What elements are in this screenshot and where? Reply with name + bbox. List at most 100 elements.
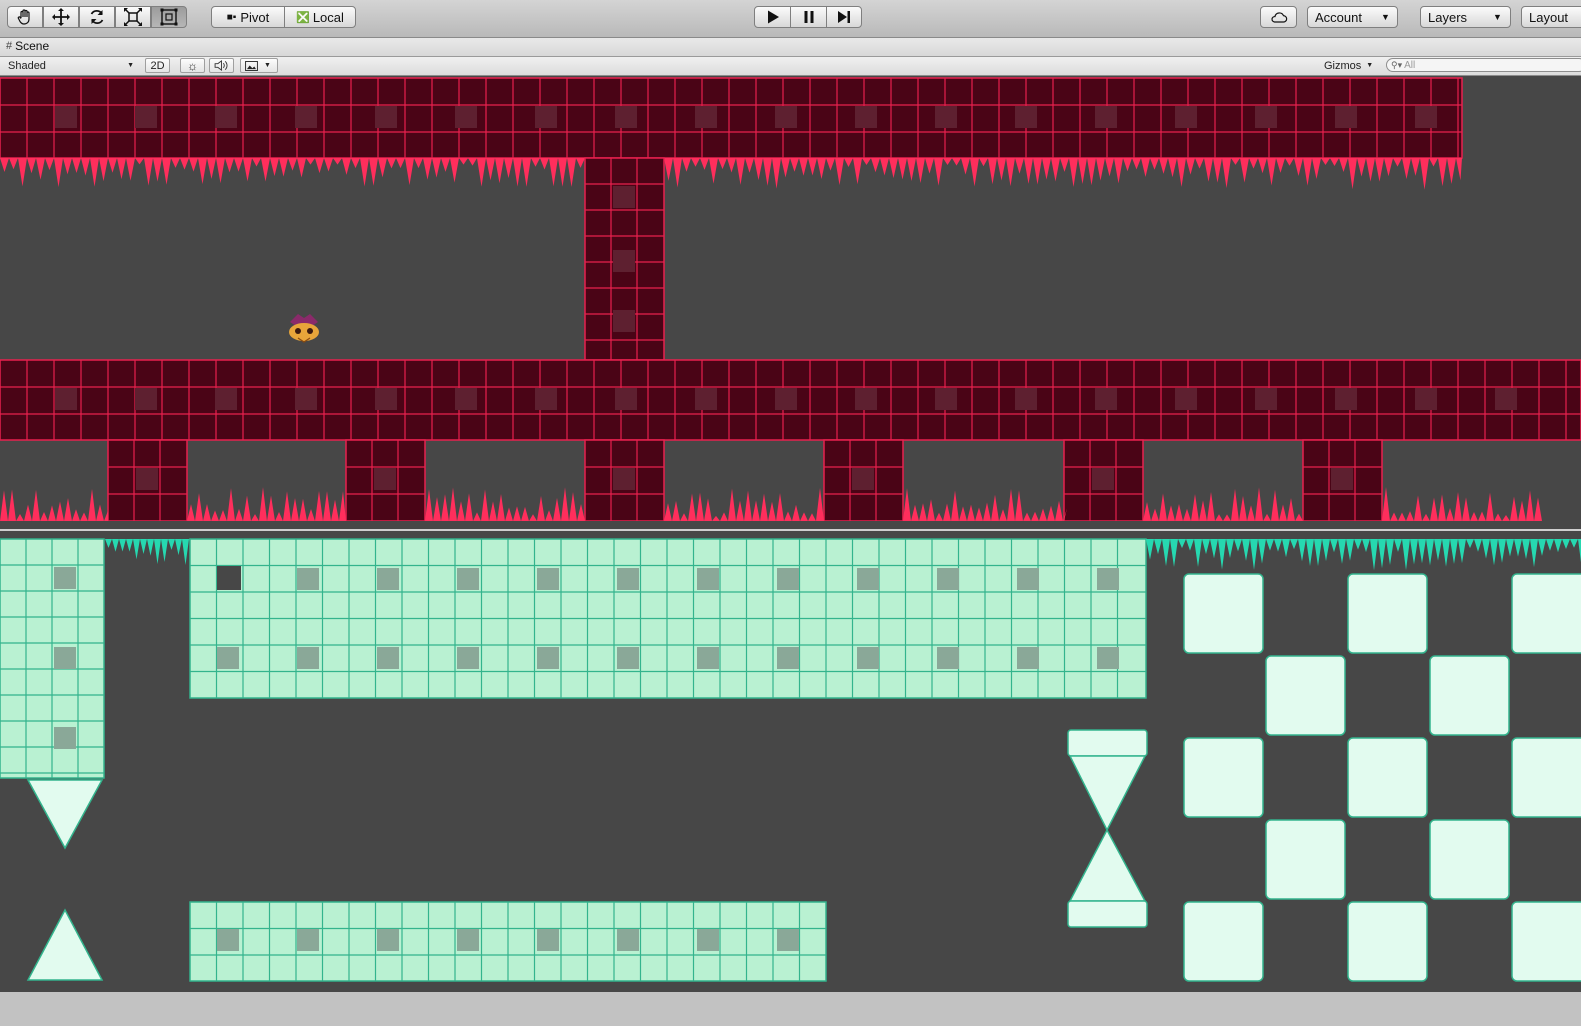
draw-mode-label: Shaded [8, 59, 46, 72]
rect-tool-button[interactable] [151, 6, 187, 28]
red-band-dark-cell [855, 388, 877, 410]
scene-tab-label: Scene [15, 39, 50, 53]
chevron-down-icon: ▼ [264, 62, 271, 69]
pause-button[interactable] [790, 6, 827, 28]
green-checker-block [1511, 573, 1581, 654]
green-dark-cell [54, 567, 76, 589]
red-ceiling-dark-cell [855, 106, 877, 128]
rotate-icon [90, 10, 104, 24]
scale-tool-button[interactable] [115, 6, 151, 28]
green-dark-cell [1097, 568, 1119, 590]
red-column-dark-cell [613, 310, 635, 332]
green-dark-cell [937, 647, 959, 669]
green-dark-cell [617, 647, 639, 669]
green-checker-block [1429, 819, 1510, 900]
red-column-dark-cell [613, 250, 635, 272]
divider-gap [0, 521, 1581, 529]
green-dark-cell [457, 929, 479, 951]
green-dark-cell [617, 568, 639, 590]
draw-mode-dropdown[interactable]: Shaded ▼ [3, 58, 137, 73]
green-dark-cell [777, 929, 799, 951]
green-dark-cell [697, 647, 719, 669]
player-eye-right [307, 328, 313, 334]
red-pillar-dark-cell [1092, 468, 1114, 490]
red-pillar-dark-cell [374, 468, 396, 490]
pivot-icon: ■▪ [226, 11, 237, 23]
red-ceiling-spikes-right [664, 158, 1462, 190]
green-dark-cell [217, 647, 239, 669]
red-pillar-dark-cell [1331, 468, 1353, 490]
green-dark-cell [217, 929, 239, 951]
red-ceiling-dark-cell [615, 106, 637, 128]
green-dark-cell [857, 647, 879, 669]
red-floor-spikes [1143, 487, 1303, 521]
search-placeholder: All [1404, 59, 1416, 71]
main-toolbar: ■▪ Pivot ❎ Local Account ▼ Layers ▼ Layo… [0, 0, 1581, 38]
red-band-dark-cell [935, 388, 957, 410]
green-dark-cell [537, 568, 559, 590]
red-ceiling-dark-cell [775, 106, 797, 128]
red-ceiling-dark-cell [1095, 106, 1117, 128]
local-cube-icon: ❎ [296, 11, 310, 24]
scene-viewport[interactable] [0, 76, 1581, 992]
mode-2d-toggle[interactable]: 2D [145, 58, 170, 73]
green-dark-cell [297, 929, 319, 951]
red-floor-spikes [903, 488, 1067, 521]
move-tool-button[interactable] [43, 6, 79, 28]
green-dark-cell [937, 568, 959, 590]
layout-dropdown[interactable]: Layout [1521, 6, 1581, 28]
scene-search-input[interactable]: ⚲▾ All [1386, 58, 1581, 72]
green-dark-cell [297, 647, 319, 669]
red-ceiling-spikes-left [0, 158, 590, 188]
red-ceiling-dark-cell [535, 106, 557, 128]
gizmos-dropdown[interactable]: Gizmos ▼ [1318, 58, 1378, 73]
scene-tab-bar: # Scene [0, 38, 1581, 57]
green-dark-cell [54, 647, 76, 669]
red-ceiling-dark-cell [1175, 106, 1197, 128]
green-dark-cell [537, 647, 559, 669]
green-down-triangle [26, 779, 104, 850]
rotate-tool-button[interactable] [79, 6, 115, 28]
play-button[interactable] [754, 6, 791, 28]
red-band-dark-cell [1255, 388, 1277, 410]
scene-tab[interactable]: # Scene [6, 39, 49, 53]
cloud-button[interactable] [1260, 6, 1297, 28]
red-band-dark-cell [55, 388, 77, 410]
red-band-dark-cell [135, 388, 157, 410]
scene-canvas[interactable] [0, 76, 1581, 992]
layers-dropdown[interactable]: Layers ▼ [1420, 6, 1511, 28]
gizmos-label: Gizmos [1324, 59, 1362, 72]
step-button[interactable] [826, 6, 862, 28]
player-character[interactable] [289, 314, 319, 343]
account-dropdown[interactable]: Account ▼ [1307, 6, 1398, 28]
red-band-dark-cell [535, 388, 557, 410]
audio-toggle[interactable] [209, 58, 234, 73]
green-checker-block [1183, 901, 1264, 982]
red-band-dark-cell [695, 388, 717, 410]
chevron-down-icon: ▼ [127, 62, 134, 69]
scale-icon [124, 8, 142, 26]
scene-grid-icon: # [6, 40, 13, 52]
green-dark-cell [1017, 647, 1039, 669]
red-pillar-dark-cell [852, 468, 874, 490]
chevron-down-icon: ▼ [1380, 12, 1390, 22]
play-icon [767, 10, 779, 24]
red-ceiling-dark-cell [455, 106, 477, 128]
hand-tool-button[interactable] [7, 6, 43, 28]
effects-dropdown[interactable]: ▼ [240, 58, 278, 73]
green-dark-cell [457, 568, 479, 590]
green-checker-block [1265, 655, 1346, 736]
lighting-toggle[interactable]: ☼ [180, 58, 205, 73]
red-ceiling-dark-cell [1335, 106, 1357, 128]
pivot-toggle[interactable]: ■▪ Pivot [211, 6, 285, 28]
red-ceiling-dark-cell [695, 106, 717, 128]
green-dark-cell [537, 929, 559, 951]
red-ceiling-dark-cell [935, 106, 957, 128]
pause-icon [804, 11, 813, 23]
local-toggle[interactable]: ❎ Local [284, 6, 356, 28]
red-floor-spikes [0, 488, 108, 521]
red-ceiling-dark-cell [1255, 106, 1277, 128]
red-ceiling-dark-cell [215, 106, 237, 128]
green-ceiling-spikes-left [105, 539, 193, 565]
red-band-dark-cell [215, 388, 237, 410]
